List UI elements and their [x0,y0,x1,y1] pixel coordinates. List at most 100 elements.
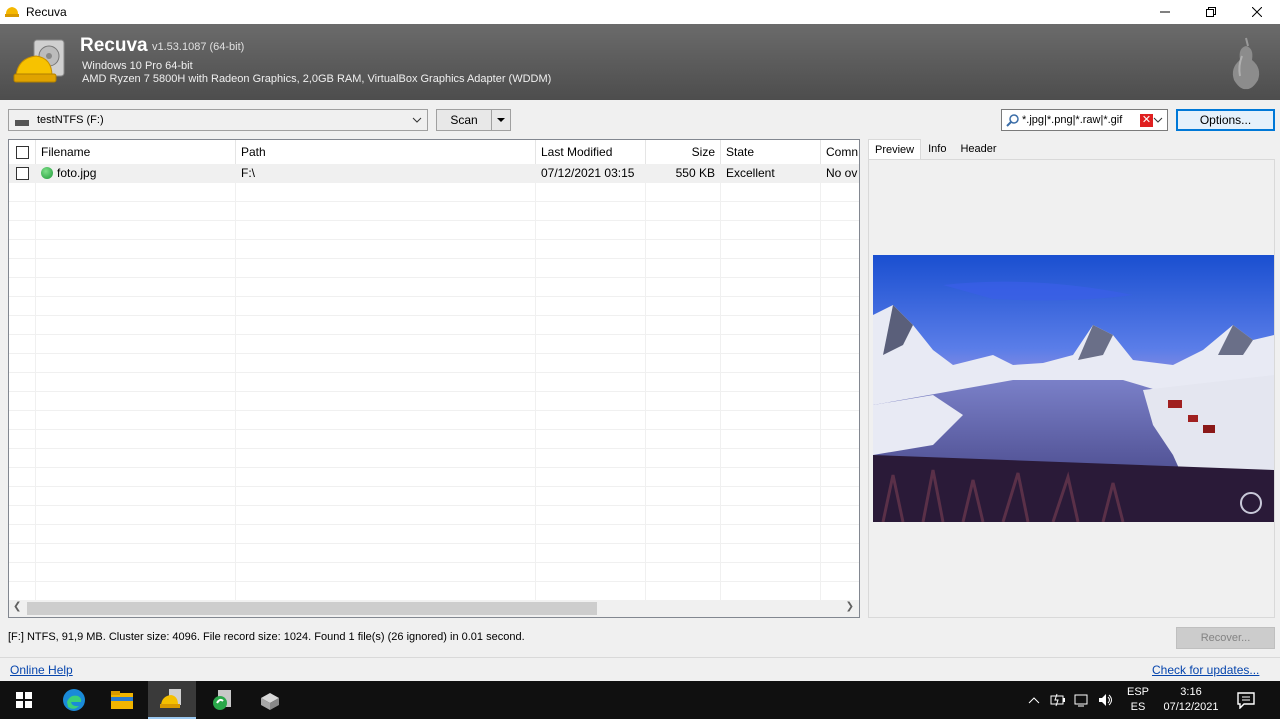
dropdown-arrow-icon [497,118,505,122]
close-button[interactable] [1234,0,1280,24]
empty-cell [646,373,721,391]
file-filter-combo[interactable]: *.jpg|*.png|*.raw|*.gif ✕ [1001,109,1168,131]
taskbar-file-explorer[interactable] [98,681,146,719]
clock-time: 3:16 [1180,686,1202,698]
app-header: Recuva v1.53.1087 (64-bit) Windows 10 Pr… [0,24,1280,100]
empty-cell [721,525,821,543]
select-all-checkbox[interactable] [15,145,29,159]
empty-cell [821,373,859,391]
empty-cell [236,392,536,410]
drive-select[interactable]: testNTFS (F:) [8,109,428,131]
empty-cell [36,487,236,505]
empty-cell [536,468,646,486]
empty-cell [36,335,236,353]
taskbar-edge[interactable] [50,681,98,719]
edge-icon [63,689,85,711]
scroll-left-icon[interactable]: ❮ [13,601,21,612]
row-checkbox[interactable] [15,166,29,180]
empty-cell [36,183,236,201]
minimize-button[interactable] [1142,0,1188,24]
empty-row [9,373,859,392]
table-row[interactable]: foto.jpg F:\ 07/12/2021 03:15 550 KB Exc… [9,164,859,183]
empty-cell [9,525,36,543]
empty-cell [821,487,859,505]
empty-cell [536,354,646,372]
os-info: Windows 10 Pro 64-bit [82,60,193,72]
scan-dropdown-button[interactable] [492,109,511,131]
empty-cell [721,563,821,581]
column-header-size[interactable]: Size [646,140,721,164]
battery-power-icon[interactable] [1050,693,1066,707]
clock[interactable]: 3:16 07/12/2021 [1160,681,1222,719]
empty-cell [821,354,859,372]
app-version: v1.53.1087 (64-bit) [152,41,245,53]
tab-preview[interactable]: Preview [868,139,922,159]
empty-cell [36,240,236,258]
empty-cell [821,259,859,277]
network-icon[interactable] [1074,693,1090,707]
show-hidden-icons-icon[interactable] [1028,694,1040,706]
state-cell: Excellent [721,164,821,182]
volume-icon[interactable] [1098,693,1114,707]
column-header-state[interactable]: State [721,140,821,164]
taskbar: ESP ES 3:16 07/12/2021 [0,681,1280,719]
empty-cell [646,202,721,220]
empty-cell [821,506,859,524]
empty-cell [36,221,236,239]
empty-cell [236,354,536,372]
empty-cell [821,316,859,334]
tab-info[interactable]: Info [921,139,953,159]
column-header-comment[interactable]: Comn [821,140,859,164]
empty-cell [821,563,859,581]
taskbar-installer[interactable] [246,681,294,719]
action-center-button[interactable] [1236,681,1256,719]
row-checkbox-cell[interactable] [9,164,36,182]
language-code: ESP [1126,686,1149,698]
tab-header[interactable]: Header [953,139,1003,159]
options-button[interactable]: Options... [1176,109,1275,131]
empty-cell [721,468,821,486]
empty-cell [646,430,721,448]
empty-cell [9,354,36,372]
recover-button[interactable]: Recover... [1176,627,1275,649]
state-indicator-icon [41,167,53,179]
empty-row [9,506,859,525]
empty-row [9,183,859,202]
empty-cell [36,544,236,562]
scroll-right-icon[interactable]: ❯ [846,601,854,612]
empty-cell [536,487,646,505]
check-updates-link[interactable]: Check for updates... [1152,663,1259,677]
horizontal-scrollbar[interactable]: ❮ ❯ [9,600,859,617]
filter-text: *.jpg|*.png|*.raw|*.gif [1022,114,1123,126]
taskbar-recuva[interactable] [148,681,196,719]
empty-cell [536,392,646,410]
empty-cell [9,411,36,429]
online-help-link[interactable]: Online Help [10,663,73,677]
scan-button[interactable]: Scan [436,109,492,131]
language-indicator[interactable]: ESP ES [1124,681,1152,719]
empty-cell [36,525,236,543]
taskbar-ccleaner[interactable] [198,681,246,719]
empty-cell [536,544,646,562]
empty-cell [646,259,721,277]
column-header-filename[interactable]: Filename [36,140,236,164]
maximize-button[interactable] [1188,0,1234,24]
empty-cell [9,392,36,410]
select-all-column[interactable] [9,140,36,164]
results-list[interactable]: Filename Path Last Modified Size State C… [8,139,860,618]
empty-cell [9,430,36,448]
scrollbar-thumb[interactable] [27,602,597,615]
notification-icon [1237,692,1255,709]
keyboard-layout: ES [1130,701,1146,713]
empty-cell [236,544,536,562]
empty-cell [36,202,236,220]
empty-cell [821,392,859,410]
empty-cell [36,259,236,277]
chevron-down-icon[interactable] [1152,113,1164,127]
start-button[interactable] [0,681,48,719]
empty-cell [36,468,236,486]
column-header-path[interactable]: Path [236,140,536,164]
empty-row [9,316,859,335]
column-header-last-modified[interactable]: Last Modified [536,140,646,164]
empty-cell [236,259,536,277]
